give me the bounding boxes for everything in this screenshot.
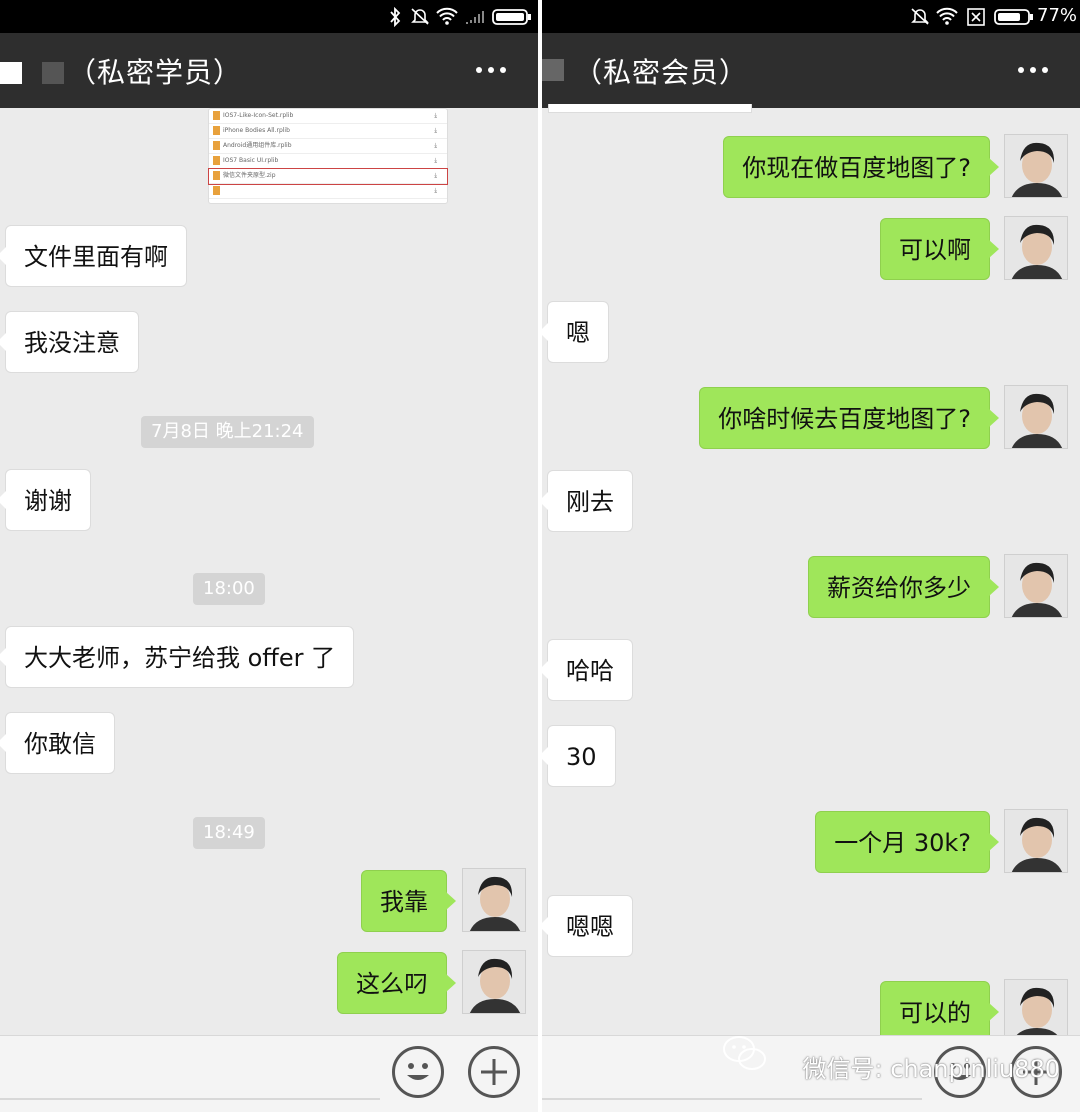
incoming-message[interactable]: 谢谢 — [0, 469, 91, 531]
status-bar — [0, 0, 538, 33]
avatar[interactable] — [462, 950, 526, 1014]
left-chat-screen: （私密学员） IOS7-Like-Icon-Set.rplib ⤓ iPhone … — [0, 0, 538, 1112]
incoming-message[interactable]: 嗯 — [542, 301, 609, 363]
timestamp: 18:00 — [193, 573, 265, 605]
battery-icon — [492, 9, 531, 25]
watermark-text: 微信号: chanpinliu880 — [802, 1055, 1060, 1083]
avatar[interactable] — [462, 868, 526, 932]
chat-title: （私密学员） — [68, 56, 243, 89]
right-chat-screen: 77% （私密会员） 你现在做百度地图了? 可以啊 嗯 你啥时候去百度地图了? … — [542, 0, 1080, 1112]
contact-avatar-placeholder — [542, 59, 564, 81]
chat-title-bar: （私密学员） — [0, 33, 538, 108]
outgoing-message[interactable]: 可以啊 — [880, 218, 999, 280]
file-attachment-image[interactable]: IOS7-Like-Icon-Set.rplib ⤓ iPhone Bodies … — [208, 108, 448, 204]
more-icon[interactable] — [476, 67, 506, 75]
previous-message-edge — [548, 104, 752, 113]
wifi-icon — [936, 7, 958, 25]
avatar[interactable] — [1004, 216, 1068, 280]
file-row: ⤓ — [209, 184, 447, 199]
outgoing-message[interactable]: 薪资给你多少 — [808, 556, 999, 618]
file-row: iPhone Bodies All.rplib ⤓ — [209, 124, 447, 139]
incoming-message[interactable]: 刚去 — [542, 470, 633, 532]
file-row: IOS7 Basic UI.rplib ⤓ — [209, 154, 447, 169]
outgoing-message[interactable]: 可以的 — [880, 981, 999, 1043]
chat-title: （私密会员） — [574, 56, 749, 89]
emoji-icon[interactable] — [392, 1046, 444, 1098]
wifi-icon — [436, 7, 458, 25]
mute-icon — [911, 8, 929, 25]
text-input[interactable] — [542, 1098, 922, 1100]
mute-icon — [411, 8, 429, 25]
avatar[interactable] — [1004, 809, 1068, 873]
input-bar — [0, 1035, 538, 1112]
avatar[interactable] — [1004, 979, 1068, 1043]
contact-avatar-placeholder — [42, 62, 64, 84]
incoming-message[interactable]: 嗯嗯 — [542, 895, 633, 957]
no-signal-icon — [967, 8, 985, 26]
incoming-message[interactable]: 哈哈 — [542, 639, 633, 701]
incoming-message[interactable]: 30 — [542, 725, 616, 787]
avatar[interactable] — [1004, 134, 1068, 198]
plus-icon[interactable] — [468, 1046, 520, 1098]
outgoing-message[interactable]: 你啥时候去百度地图了? — [699, 387, 999, 449]
battery-percent: 77% — [1037, 5, 1078, 26]
avatar[interactable] — [1004, 554, 1068, 618]
file-row-highlighted: 微信文件夹原型.zip ⤓ — [208, 168, 448, 185]
status-bar: 77% — [542, 0, 1080, 33]
timestamp: 7月8日 晚上21:24 — [141, 416, 314, 448]
timestamp: 18:49 — [193, 817, 265, 849]
no-signal-icon — [466, 11, 484, 24]
wechat-logo-icon — [723, 1036, 766, 1070]
outgoing-message[interactable]: 这么叼 — [337, 952, 456, 1014]
file-row: Android通用组件库.rplib ⤓ — [209, 139, 447, 154]
incoming-message[interactable]: 你敢信 — [0, 712, 115, 774]
incoming-message[interactable]: 文件里面有啊 — [0, 225, 187, 287]
outgoing-message[interactable]: 你现在做百度地图了? — [723, 136, 999, 198]
contact-avatar-placeholder — [0, 62, 22, 84]
outgoing-message[interactable]: 一个月 30k? — [815, 811, 999, 873]
outgoing-message[interactable]: 我靠 — [361, 870, 456, 932]
incoming-message[interactable]: 我没注意 — [0, 311, 139, 373]
file-row: IOS7-Like-Icon-Set.rplib ⤓ — [209, 109, 447, 124]
text-input[interactable] — [0, 1098, 380, 1100]
bluetooth-icon — [390, 7, 401, 27]
avatar[interactable] — [1004, 385, 1068, 449]
more-icon[interactable] — [1018, 67, 1048, 75]
incoming-message[interactable]: 大大老师，苏宁给我 offer 了 — [0, 626, 355, 688]
battery-icon — [994, 9, 1033, 25]
chat-title-bar: （私密会员） — [542, 33, 1080, 108]
